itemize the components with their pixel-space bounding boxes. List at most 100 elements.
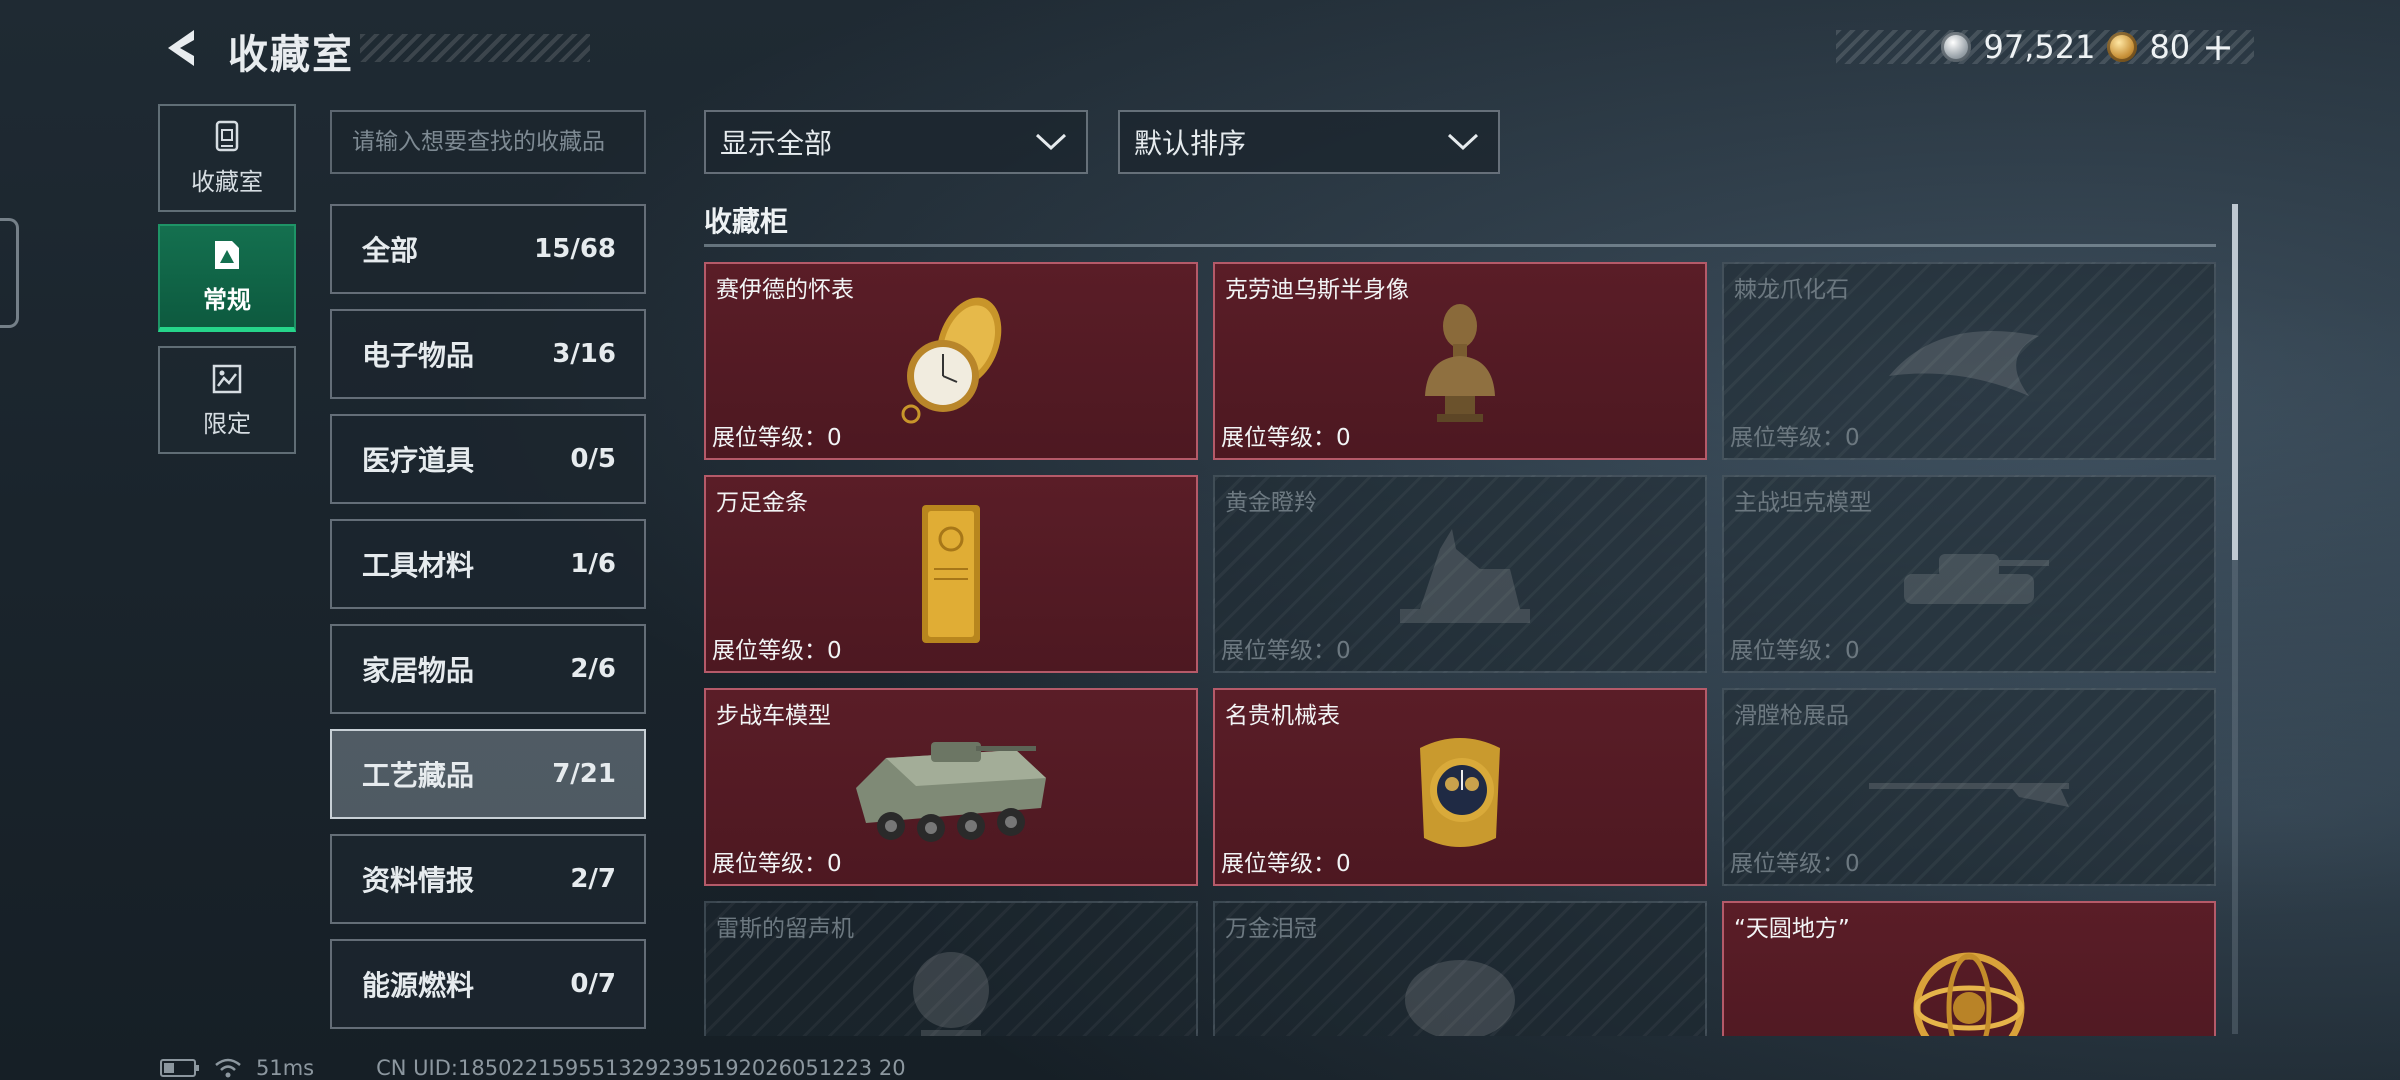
scrollbar-thumb[interactable] <box>2232 204 2238 560</box>
collectible-card-locked[interactable]: 主战坦克模型 展位等级：0 <box>1722 475 2216 673</box>
item-name: 主战坦克模型 <box>1734 490 1872 516</box>
section-divider <box>704 244 2216 247</box>
search-input[interactable] <box>330 110 646 174</box>
collectible-card[interactable]: “天圆地方” <box>1722 901 2216 1036</box>
booth-level: 展位等级：0 <box>1730 851 1860 877</box>
collectible-card[interactable]: 步战车模型 展位等级：0 <box>704 688 1198 886</box>
category-item-all[interactable]: 全部 15/68 <box>330 204 646 294</box>
booth-level: 展位等级：0 <box>1730 425 1860 451</box>
collectible-card-locked[interactable]: 黄金瞪羚 展位等级：0 <box>1213 475 1707 673</box>
category-count: 1/6 <box>570 549 616 579</box>
musket-icon <box>1869 783 2069 807</box>
tab-label: 常规 <box>203 286 251 314</box>
category-count: 0/5 <box>570 444 616 474</box>
collectible-card-locked[interactable]: 棘龙爪化石 展位等级：0 <box>1722 262 2216 460</box>
dropdown-value: 显示全部 <box>720 127 833 160</box>
cabinet-title: 收藏柜 <box>704 205 789 238</box>
item-name: “天圆地方” <box>1734 916 1850 942</box>
category-count: 2/7 <box>570 864 616 894</box>
item-name: 步战车模型 <box>716 703 831 729</box>
regular-icon <box>215 241 239 269</box>
collectible-card[interactable]: 名贵机械表 展位等级：0 <box>1213 688 1707 886</box>
booth-level: 展位等级：0 <box>1221 425 1351 451</box>
category-item-electronics[interactable]: 电子物品 3/16 <box>330 309 646 399</box>
collectible-card-locked[interactable]: 滑膛枪展品 展位等级：0 <box>1722 688 2216 886</box>
scrollbar[interactable] <box>2232 204 2238 1034</box>
item-name: 万足金条 <box>716 490 808 516</box>
booth-level: 展位等级：0 <box>712 851 842 877</box>
collectible-card[interactable]: 克劳迪乌斯半身像 展位等级：0 <box>1213 262 1707 460</box>
ifv-model-icon <box>856 742 1046 842</box>
category-name: 资料情报 <box>362 864 475 897</box>
player-uid: CN UID:1850221595513292395192026051223 2… <box>376 1056 906 1080</box>
tab-label: 限定 <box>203 409 251 438</box>
status-bar: 51ms CN UID:1850221595513292395192026051… <box>160 1056 906 1080</box>
category-name: 工艺藏品 <box>362 759 475 792</box>
show-filter-dropdown[interactable]: 显示全部 <box>704 110 1088 174</box>
ping-value: 51ms <box>256 1056 315 1080</box>
currency-bar: 97,521 80 + <box>1836 28 2254 66</box>
tank-model-icon <box>1904 554 2049 604</box>
item-name: 名贵机械表 <box>1225 703 1340 729</box>
gold-coin-amount: 80 <box>2149 28 2191 66</box>
category-count: 2/6 <box>570 654 616 684</box>
item-name: 克劳迪乌斯半身像 <box>1225 277 1409 303</box>
gold-bar-icon <box>922 505 980 643</box>
item-name: 万金泪冠 <box>1225 916 1317 942</box>
category-name: 电子物品 <box>362 339 475 372</box>
armillary-sphere-icon <box>1913 952 2025 1036</box>
category-count: 15/68 <box>534 234 616 264</box>
category-count: 0/7 <box>570 969 616 999</box>
collectible-card-locked[interactable]: 雷斯的留声机 <box>704 901 1198 1036</box>
collectible-card[interactable]: 万足金条 展位等级：0 <box>704 475 1198 673</box>
chevron-down-icon <box>1447 133 1479 151</box>
page-title: 收藏室 <box>228 32 354 78</box>
title-decoration <box>360 34 590 62</box>
gold-coin-icon <box>2107 32 2138 62</box>
category-list: 全部 15/68 电子物品 3/16 医疗道具 0/5 工具材料 1/6 家居物… <box>330 204 646 1044</box>
category-item-energy[interactable]: 能源燃料 0/7 <box>330 939 646 1029</box>
cabinet-grid-viewport: 赛伊德的怀表 展位等级：0 克劳迪乌斯半身像 展位等级：0 棘龙爪化石 展位等级… <box>704 262 2216 1036</box>
item-name: 赛伊德的怀表 <box>716 277 854 303</box>
category-name: 能源燃料 <box>362 969 475 1002</box>
edge-bracket-decoration <box>0 218 19 328</box>
booth-level: 展位等级：0 <box>712 638 842 664</box>
collectible-card[interactable]: 赛伊德的怀表 展位等级：0 <box>704 262 1198 460</box>
sort-dropdown[interactable]: 默认排序 <box>1118 110 1500 174</box>
item-name: 雷斯的留声机 <box>716 916 854 942</box>
category-count: 7/21 <box>552 759 616 789</box>
category-count: 3/16 <box>552 339 616 369</box>
add-currency-plus-icon[interactable]: + <box>2202 28 2234 66</box>
category-item-medical[interactable]: 医疗道具 0/5 <box>330 414 646 504</box>
category-name: 全部 <box>362 234 419 267</box>
bust-statue-icon <box>1425 304 1495 422</box>
booth-level: 展位等级：0 <box>712 425 842 451</box>
category-item-intel[interactable]: 资料情报 2/7 <box>330 834 646 924</box>
tab-regular[interactable]: 常规 <box>158 224 296 332</box>
claw-fossil-icon <box>1889 331 2039 396</box>
gazelle-statue-icon <box>1400 529 1530 623</box>
silver-coin-amount: 97,521 <box>1983 28 2096 66</box>
limited-icon <box>212 364 242 393</box>
collection-room-icon <box>215 120 239 151</box>
category-item-tools[interactable]: 工具材料 1/6 <box>330 519 646 609</box>
category-name: 家居物品 <box>362 654 475 687</box>
gramophone-icon <box>913 952 989 1036</box>
chevron-down-icon <box>1035 133 1067 151</box>
pocket-watch-icon <box>901 297 1002 424</box>
wristwatch-icon <box>1420 738 1500 847</box>
silver-coin-icon <box>1941 32 1972 62</box>
collectible-card-locked[interactable]: 万金泪冠 <box>1213 901 1707 1036</box>
cabinet-grid: 赛伊德的怀表 展位等级：0 克劳迪乌斯半身像 展位等级：0 棘龙爪化石 展位等级… <box>704 262 2216 1036</box>
booth-level: 展位等级：0 <box>1730 638 1860 664</box>
booth-level: 展位等级：0 <box>1221 638 1351 664</box>
category-item-crafts[interactable]: 工艺藏品 7/21 <box>330 729 646 819</box>
dropdown-value: 默认排序 <box>1134 127 1247 160</box>
tab-collection-room[interactable]: 收藏室 <box>158 104 296 212</box>
category-item-household[interactable]: 家居物品 2/6 <box>330 624 646 714</box>
crown-icon <box>1405 960 1515 1036</box>
battery-icon <box>160 1059 199 1077</box>
back-arrow-icon[interactable] <box>158 26 202 70</box>
item-name: 棘龙爪化石 <box>1734 277 1849 303</box>
tab-limited[interactable]: 限定 <box>158 346 296 454</box>
